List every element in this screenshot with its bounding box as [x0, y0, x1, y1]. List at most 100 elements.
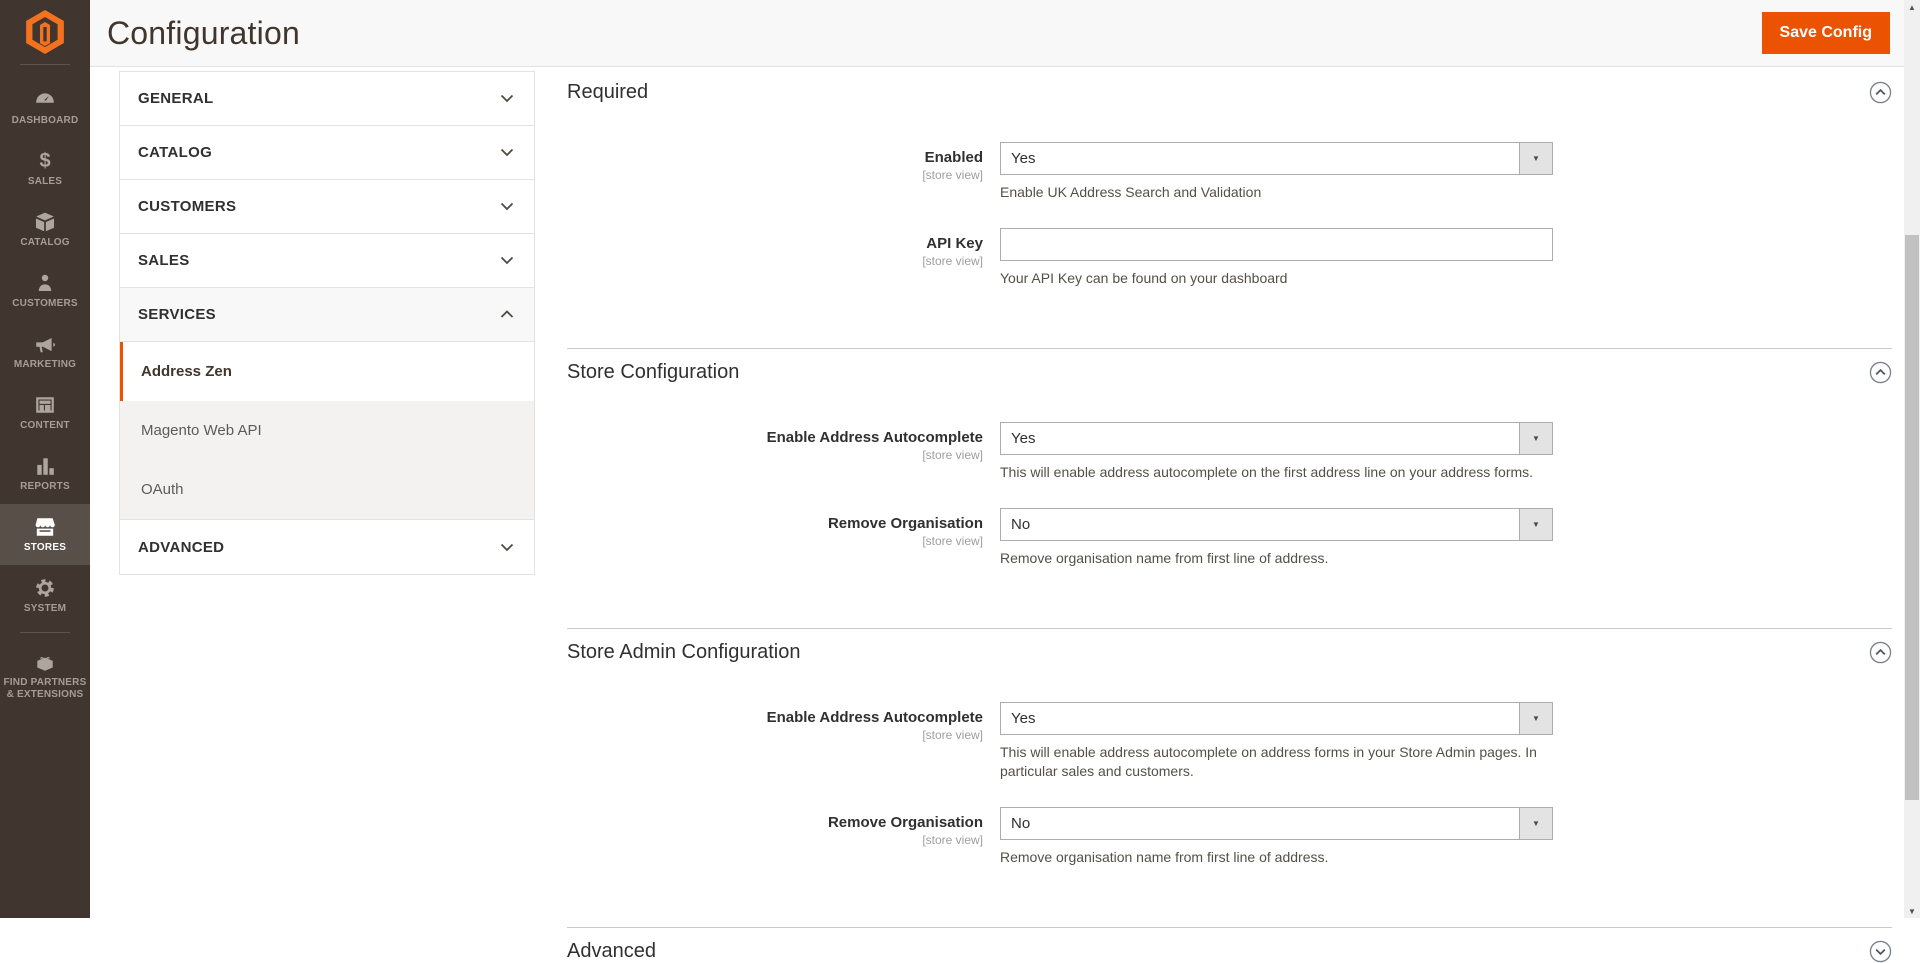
config-nav-services[interactable]: SERVICES [120, 288, 534, 342]
admin-enable-autocomplete-select[interactable]: Yes ▼ [1000, 702, 1553, 735]
collapse-icon[interactable] [1869, 641, 1892, 664]
chevron-down-icon [500, 202, 514, 211]
section-advanced: Advanced [567, 927, 1892, 963]
system-icon [34, 577, 56, 599]
sidebar-item-marketing[interactable]: MARKETING [0, 321, 90, 382]
field-store-remove-organisation: Remove Organisation [store view] No ▼ Re… [567, 508, 1892, 568]
dropdown-arrow-icon: ▼ [1519, 143, 1552, 174]
field-comment: This will enable address autocomplete on… [1000, 743, 1553, 781]
config-subnav-services: Address Zen Magento Web API OAuth [120, 342, 534, 520]
field-scope: [store view] [567, 833, 983, 847]
vertical-scrollbar[interactable]: ▲ ▼ [1904, 0, 1920, 918]
content-area: GENERAL CATALOG CUSTOMERS SALES SERVICES [90, 67, 1904, 918]
field-comment: Remove organisation name from first line… [1000, 848, 1553, 867]
config-nav-oauth[interactable]: OAuth [120, 460, 534, 519]
field-comment: Your API Key can be found on your dashbo… [1000, 269, 1553, 288]
scrollbar-thumb[interactable] [1905, 235, 1919, 800]
collapse-icon[interactable] [1869, 361, 1892, 384]
section-store-admin-configuration: Store Admin Configuration Enable Address… [567, 628, 1892, 927]
field-comment: Remove organisation name from first line… [1000, 549, 1553, 568]
section-title: Store Configuration [567, 361, 739, 384]
page-title: Configuration [107, 15, 300, 52]
sidebar-item-sales[interactable]: $ SALES [0, 138, 90, 199]
config-nav-advanced[interactable]: ADVANCED [120, 520, 534, 574]
section-store-admin-configuration-header[interactable]: Store Admin Configuration [567, 641, 1892, 664]
section-required: Required Enabled [store view] Yes ▼ Enab… [567, 69, 1892, 348]
expand-icon[interactable] [1869, 940, 1892, 963]
sidebar-item-find-partners[interactable]: FIND PARTNERS & EXTENSIONS [0, 639, 90, 713]
field-label: Enabled [567, 149, 983, 166]
catalog-icon [34, 211, 56, 233]
sidebar-item-catalog[interactable]: CATALOG [0, 199, 90, 260]
section-store-configuration: Store Configuration Enable Address Autoc… [567, 348, 1892, 628]
enabled-select[interactable]: Yes ▼ [1000, 142, 1553, 175]
section-store-configuration-header[interactable]: Store Configuration [567, 361, 1892, 384]
scroll-up-icon[interactable]: ▲ [1904, 0, 1920, 14]
chevron-down-icon [500, 94, 514, 103]
find-partners-icon [34, 651, 56, 673]
config-nav-address-zen[interactable]: Address Zen [120, 342, 534, 401]
dropdown-arrow-icon: ▼ [1519, 423, 1552, 454]
config-nav-general[interactable]: GENERAL [120, 72, 534, 126]
field-admin-remove-organisation: Remove Organisation [store view] No ▼ Re… [567, 807, 1892, 867]
sidebar-item-dashboard[interactable]: DASHBOARD [0, 77, 90, 138]
dashboard-icon [34, 89, 56, 111]
sidebar-divider [20, 632, 70, 633]
magento-logo[interactable] [0, 0, 90, 64]
store-enable-autocomplete-select[interactable]: Yes ▼ [1000, 422, 1553, 455]
field-scope: [store view] [567, 254, 983, 268]
field-comment: Enable UK Address Search and Validation [1000, 183, 1553, 202]
field-label: Enable Address Autocomplete [567, 709, 983, 726]
section-title: Store Admin Configuration [567, 641, 800, 664]
reports-icon [34, 455, 56, 477]
field-label: Remove Organisation [567, 814, 983, 831]
admin-sidebar: DASHBOARD $ SALES CATALOG CUSTOMERS MARK… [0, 0, 90, 918]
page-header: Configuration Save Config [90, 0, 1904, 67]
dropdown-arrow-icon: ▼ [1519, 703, 1552, 734]
config-nav-sales[interactable]: SALES [120, 234, 534, 288]
sidebar-item-customers[interactable]: CUSTOMERS [0, 260, 90, 321]
content-icon [34, 394, 56, 416]
chevron-down-icon [500, 148, 514, 157]
dropdown-arrow-icon: ▼ [1519, 808, 1552, 839]
chevron-up-icon [500, 310, 514, 319]
field-label: Enable Address Autocomplete [567, 429, 983, 446]
field-comment: This will enable address autocomplete on… [1000, 463, 1553, 482]
dropdown-arrow-icon: ▼ [1519, 509, 1552, 540]
field-api-key: API Key [store view] Your API Key can be… [567, 228, 1892, 288]
config-nav: GENERAL CATALOG CUSTOMERS SALES SERVICES [119, 71, 535, 575]
field-enabled: Enabled [store view] Yes ▼ Enable UK Add… [567, 142, 1892, 202]
api-key-input[interactable] [1000, 228, 1553, 261]
store-remove-organisation-select[interactable]: No ▼ [1000, 508, 1553, 541]
save-config-button[interactable]: Save Config [1762, 12, 1890, 54]
field-scope: [store view] [567, 448, 983, 462]
field-label: API Key [567, 235, 983, 252]
scroll-down-icon[interactable]: ▼ [1904, 904, 1920, 918]
sidebar-item-content[interactable]: CONTENT [0, 382, 90, 443]
marketing-icon [34, 333, 56, 355]
admin-remove-organisation-select[interactable]: No ▼ [1000, 807, 1553, 840]
chevron-down-icon [500, 256, 514, 265]
collapse-icon[interactable] [1869, 81, 1892, 104]
sales-icon: $ [39, 150, 50, 172]
sidebar-item-reports[interactable]: REPORTS [0, 443, 90, 504]
section-advanced-header[interactable]: Advanced [567, 940, 1892, 963]
field-scope: [store view] [567, 168, 983, 182]
config-nav-customers[interactable]: CUSTOMERS [120, 180, 534, 234]
field-scope: [store view] [567, 728, 983, 742]
sidebar-item-stores[interactable]: STORES [0, 504, 90, 565]
field-scope: [store view] [567, 534, 983, 548]
magento-logo-icon [26, 10, 64, 54]
section-title: Required [567, 81, 648, 104]
section-required-header[interactable]: Required [567, 81, 1892, 104]
config-main: Required Enabled [store view] Yes ▼ Enab… [567, 67, 1892, 918]
section-title: Advanced [567, 940, 656, 963]
config-nav-magento-web-api[interactable]: Magento Web API [120, 401, 534, 460]
field-admin-enable-autocomplete: Enable Address Autocomplete [store view]… [567, 702, 1892, 781]
customers-icon [35, 272, 55, 294]
config-nav-catalog[interactable]: CATALOG [120, 126, 534, 180]
sidebar-divider [20, 64, 70, 65]
stores-icon [33, 516, 57, 538]
field-store-enable-autocomplete: Enable Address Autocomplete [store view]… [567, 422, 1892, 482]
sidebar-item-system[interactable]: SYSTEM [0, 565, 90, 626]
